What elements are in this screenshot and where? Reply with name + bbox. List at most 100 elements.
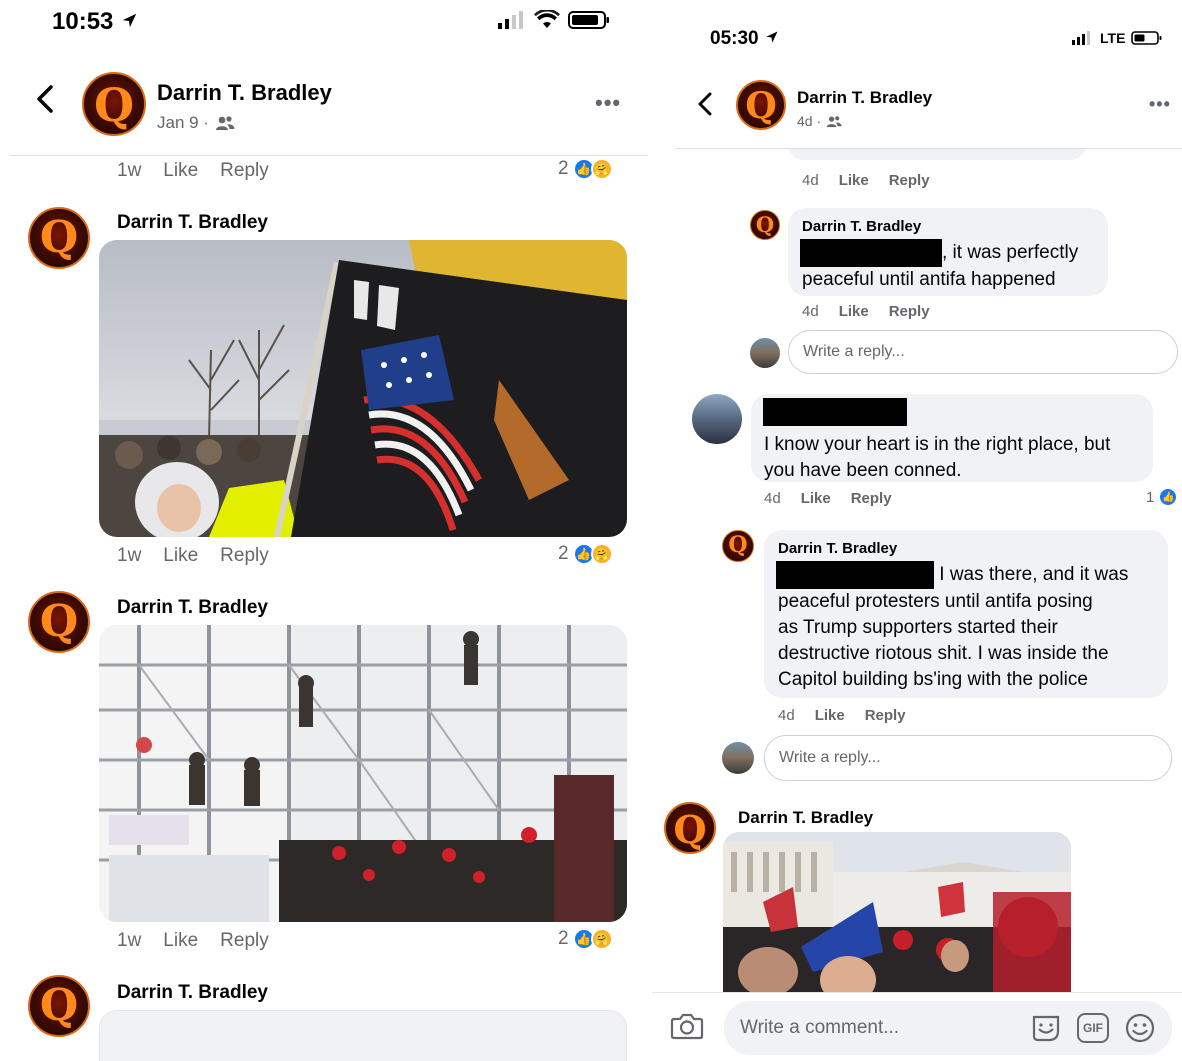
comment-photo-capitol[interactable] <box>723 832 1071 997</box>
comment-text-line: you have been conned. <box>764 460 962 481</box>
header-avatar[interactable]: Q <box>82 72 146 136</box>
photo-scene <box>99 240 627 537</box>
comment-avatar[interactable]: Q <box>28 975 90 1037</box>
reaction-count: 2 <box>558 928 569 949</box>
like-button[interactable]: Like <box>163 930 198 952</box>
care-reaction-icon: 🤗 <box>590 543 613 565</box>
like-button[interactable]: Like <box>815 707 845 724</box>
comment-time: 4d <box>778 707 795 724</box>
q-logo-icon: Q <box>39 596 79 648</box>
reply-button[interactable]: Reply <box>865 707 906 724</box>
comment-avatar[interactable]: Q <box>664 802 716 854</box>
more-options-icon[interactable]: ••• <box>595 90 621 116</box>
reply-button[interactable]: Reply <box>220 930 269 952</box>
reaction-summary[interactable]: 2 👍 🤗 <box>558 928 613 950</box>
comment-time: 4d <box>802 303 819 320</box>
status-time: 05:30 <box>710 28 779 50</box>
q-logo-icon: Q <box>39 980 79 1032</box>
comment-actions: 1w Like Reply <box>117 160 269 182</box>
reply-avatar[interactable]: Q <box>750 210 780 240</box>
back-chevron-icon <box>698 92 712 116</box>
comment-author[interactable]: Darrin T. Bradley <box>738 808 873 828</box>
reaction-summary[interactable]: 2 👍 🤗 <box>558 543 613 565</box>
location-arrow-icon <box>122 13 137 28</box>
reaction-summary[interactable]: 2 👍 🤗 <box>558 158 613 180</box>
sticker-icon[interactable] <box>1030 1013 1062 1048</box>
current-user-avatar <box>722 742 754 774</box>
comment-text-line: I know your heart is in the right place,… <box>764 434 1111 455</box>
comment-author[interactable]: Darrin T. Bradley <box>117 982 268 1004</box>
comment-author[interactable]: Darrin T. Bradley <box>117 212 268 234</box>
reply-button[interactable]: Reply <box>889 303 930 320</box>
redaction-bar <box>776 561 934 589</box>
reply-author[interactable]: Darrin T. Bradley <box>802 218 1094 235</box>
network-type: LTE <box>1100 30 1126 46</box>
camera-icon[interactable] <box>670 1011 704 1046</box>
commenter-avatar[interactable] <box>692 394 742 444</box>
reply-button[interactable]: Reply <box>220 160 269 182</box>
comment-actions: 4d Like Reply <box>802 172 930 189</box>
status-time-text: 10:53 <box>52 8 114 35</box>
header-divider <box>676 148 1182 149</box>
reply-bubble: Darrin T. Bradley , it was perfectly pea… <box>788 208 1108 296</box>
right-screenshot: 05:30 LTE Q Darrin T. Bradley 4d · ••• 4… <box>652 0 1182 1061</box>
comment-author[interactable]: Darrin T. Bradley <box>117 597 268 619</box>
comment-actions: 4d Like Reply <box>764 490 892 507</box>
comment-actions: 1w Like Reply <box>117 545 269 567</box>
reply-author[interactable]: Darrin T. Bradley <box>778 540 1154 557</box>
gif-label: GIF <box>1083 1021 1103 1035</box>
q-logo-icon: Q <box>673 806 707 852</box>
like-reaction-icon: 👍 <box>1158 487 1179 507</box>
q-logo-icon: Q <box>728 531 748 558</box>
header-name[interactable]: Darrin T. Bradley <box>157 80 332 106</box>
header-divider <box>10 155 648 156</box>
like-button[interactable]: Like <box>839 172 869 189</box>
reply-text: , it was perfectly <box>800 239 1094 267</box>
comment-photo-flag[interactable] <box>99 240 627 537</box>
header-date: Jan 9 · <box>157 113 209 132</box>
back-chevron-icon <box>37 85 53 113</box>
like-button[interactable]: Like <box>801 490 831 507</box>
reply-avatar[interactable]: Q <box>722 530 754 562</box>
redaction-bar <box>800 239 942 267</box>
reply-text: I was there, and it was <box>776 561 1154 589</box>
reaction-count: 1 <box>1146 488 1155 506</box>
header-date: 4d · <box>797 113 822 129</box>
reply-bubble: Darrin T. Bradley I was there, and it wa… <box>764 530 1168 698</box>
q-logo-icon: Q <box>745 84 777 127</box>
reply-text-line: peaceful protesters until antifa posing <box>778 591 1093 612</box>
header-avatar[interactable]: Q <box>736 80 786 130</box>
redaction-bar <box>763 398 907 426</box>
comment-photo-scaffolding[interactable] <box>99 625 627 922</box>
reply-button[interactable]: Reply <box>889 172 930 189</box>
reply-button[interactable]: Reply <box>851 490 892 507</box>
gif-button[interactable]: GIF <box>1077 1013 1109 1043</box>
like-button[interactable]: Like <box>839 303 869 320</box>
reply-text-line: as Trump supporters started their <box>778 617 1058 638</box>
q-logo-icon: Q <box>93 77 135 132</box>
emoji-icon[interactable] <box>1124 1012 1156 1049</box>
reply-text-line: , it was perfectly <box>942 242 1079 264</box>
header-meta: Jan 9 · <box>157 113 235 133</box>
care-reaction-icon: 🤗 <box>590 158 613 180</box>
like-button[interactable]: Like <box>163 160 198 182</box>
back-button[interactable] <box>36 84 54 120</box>
comment-placeholder: Write a comment... <box>740 1017 900 1038</box>
reply-button[interactable]: Reply <box>220 545 269 567</box>
reply-input[interactable]: Write a reply... <box>764 735 1172 781</box>
comment-time: 4d <box>802 172 819 189</box>
status-icons: LTE <box>1072 30 1163 46</box>
comment-actions: 4d Like Reply <box>802 303 930 320</box>
back-button[interactable] <box>698 92 712 121</box>
reaction-count: 2 <box>558 543 569 564</box>
reply-input[interactable]: Write a reply... <box>788 330 1178 374</box>
comment-photo-partial[interactable] <box>99 1010 627 1061</box>
left-screenshot: 10:53 Q Darrin T. Bradley Jan 9 · ••• 1w… <box>0 0 648 1061</box>
more-options-icon[interactable]: ••• <box>1149 94 1171 115</box>
like-button[interactable]: Like <box>163 545 198 567</box>
comment-avatar[interactable]: Q <box>28 207 90 269</box>
comment-avatar[interactable]: Q <box>28 591 90 653</box>
reaction-summary[interactable]: 1 👍 <box>1146 487 1179 507</box>
header-name[interactable]: Darrin T. Bradley <box>797 88 932 108</box>
battery-icon <box>568 11 609 29</box>
